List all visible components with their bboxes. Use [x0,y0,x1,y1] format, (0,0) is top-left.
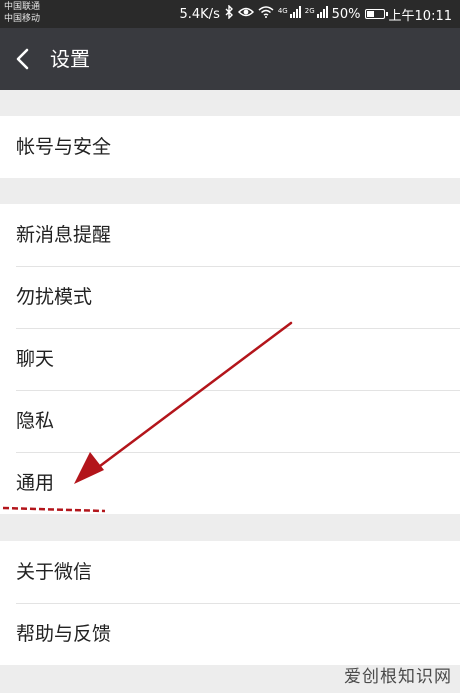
page-title: 设置 [50,47,90,71]
settings-group-general: 新消息提醒 勿扰模式 聊天 隐私 通用 [0,204,460,514]
bluetooth-icon [224,4,234,23]
eye-icon [237,6,254,22]
status-icons: 5.4K/s 4G 2G 50% 上午10:11 [179,0,452,28]
settings-item-account-security[interactable]: 帐号与安全 [0,116,460,178]
settings-item-general[interactable]: 通用 [0,452,460,514]
status-bar: 中国联通 中国移动 5.4K/s 4G 2G 50% 上午10:11 [0,0,460,28]
settings-group-account: 帐号与安全 [0,116,460,178]
settings-item-label: 通用 [16,472,55,494]
battery-fill [366,11,375,17]
settings-item-label: 勿扰模式 [16,286,93,308]
settings-item-label: 聊天 [16,348,55,370]
settings-item-label: 帮助与反馈 [16,623,112,645]
wifi-icon [258,6,274,22]
back-button[interactable] [12,45,36,73]
battery-percent: 50% [331,6,361,22]
sim2-signal-icon: 2G [305,6,328,22]
battery-icon [364,9,388,19]
settings-group-about: 关于微信 帮助与反馈 [0,541,460,665]
chevron-left-icon [16,48,29,70]
sim1-signal-icon: 4G [278,6,301,22]
settings-item-do-not-disturb[interactable]: 勿扰模式 [0,266,460,328]
settings-item-label: 新消息提醒 [16,224,112,246]
settings-item-privacy[interactable]: 隐私 [0,390,460,452]
carrier-1: 中国联通 [4,2,41,12]
settings-item-label: 隐私 [16,410,55,432]
watermark-text: 爱创根知识网 [344,667,452,687]
clock: 上午10:11 [388,8,452,24]
settings-item-label: 关于微信 [16,561,93,583]
settings-item-label: 帐号与安全 [16,136,112,158]
title-bar: 设置 [0,28,460,90]
net-speed: 5.4K/s [179,6,220,22]
carrier-info: 中国联通 中国移动 [4,1,40,25]
settings-item-notifications[interactable]: 新消息提醒 [0,204,460,266]
settings-item-help-feedback[interactable]: 帮助与反馈 [0,603,460,665]
settings-item-about-wechat[interactable]: 关于微信 [0,541,460,603]
sim2-network-type: 2G [304,6,315,15]
sim1-network-type: 4G [277,6,288,15]
settings-item-chat[interactable]: 聊天 [0,328,460,390]
carrier-2: 中国移动 [4,14,41,24]
watermark: 爱创根知识网 [344,662,452,687]
